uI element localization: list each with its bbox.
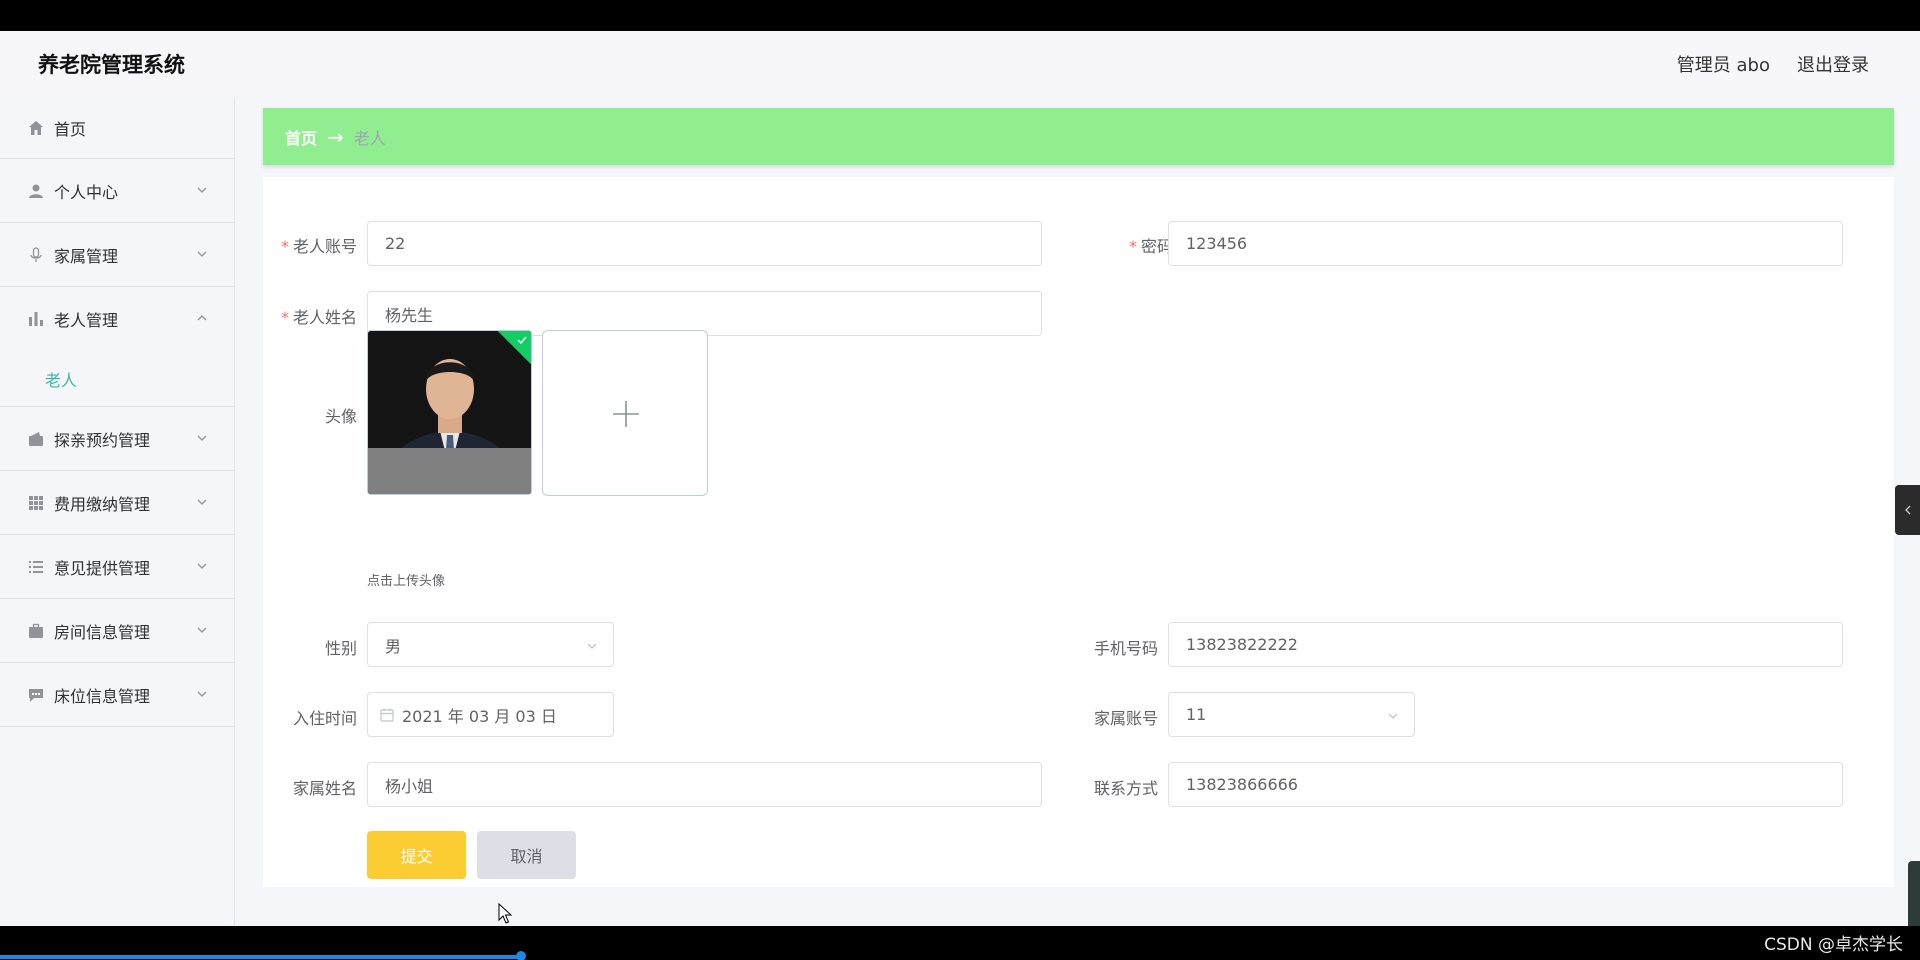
app-title: 养老院管理系统 xyxy=(38,53,185,77)
watermark: CSDN @卓杰学长 xyxy=(1764,935,1903,955)
breadcrumb-separator: → xyxy=(327,124,344,149)
gender-label: 性别 xyxy=(324,639,357,658)
chevron-left-icon xyxy=(1904,505,1910,515)
chevron-down-icon xyxy=(197,499,207,505)
logout-link[interactable]: 退出登录 xyxy=(1797,51,1869,77)
contact-label: 联系方式 xyxy=(1093,779,1158,798)
chevron-down-icon xyxy=(197,251,207,257)
bar-chart-icon xyxy=(28,311,44,327)
cancel-button[interactable]: 取消 xyxy=(477,831,576,879)
sidebar-item-label: 家属管理 xyxy=(54,246,119,266)
family-name-label: 家属姓名 xyxy=(292,779,357,798)
phone-label: 手机号码 xyxy=(1093,639,1158,658)
sidebar-item-label: 意见提供管理 xyxy=(54,558,151,578)
avatar-preview[interactable] xyxy=(367,330,532,495)
playback-progress[interactable] xyxy=(0,955,520,959)
side-panel-toggle[interactable] xyxy=(1895,485,1920,535)
sidebar-item-home[interactable]: 首页 xyxy=(0,97,234,159)
checkin-label: 入住时间 xyxy=(292,709,357,728)
chevron-down-icon xyxy=(197,691,207,697)
chevron-down-icon xyxy=(197,627,207,633)
contact-input[interactable]: 13823866666 xyxy=(1168,762,1843,807)
top-header: 养老院管理系统 管理员 abo 退出登录 xyxy=(0,31,1920,94)
family-name-input[interactable]: 杨小姐 xyxy=(367,762,1042,807)
grid-icon xyxy=(28,495,44,511)
account-label: * 老人账号 xyxy=(280,237,357,256)
chevron-down-icon xyxy=(1388,713,1398,719)
briefcase-icon xyxy=(28,623,44,639)
upload-tip: 点击上传头像 xyxy=(367,574,446,589)
sidebar-item-fee-payment[interactable]: 费用缴纳管理 xyxy=(0,471,234,535)
chevron-down-icon xyxy=(197,435,207,441)
checkin-date-picker[interactable]: 2021 年 03 月 03 日 xyxy=(367,692,614,737)
wallet-icon xyxy=(28,431,44,447)
breadcrumb-current: 老人 xyxy=(353,128,386,148)
sidebar-item-label: 个人中心 xyxy=(54,182,119,202)
sidebar-subitem-elder[interactable]: 老人 xyxy=(0,351,234,407)
plus-icon xyxy=(613,401,639,427)
sidebar-item-label: 首页 xyxy=(54,119,87,139)
chevron-down-icon xyxy=(587,643,597,649)
gender-select[interactable]: 男 xyxy=(367,622,614,667)
calendar-icon xyxy=(380,708,394,722)
family-account-select[interactable]: 11 xyxy=(1168,692,1415,737)
mouse-cursor-icon xyxy=(498,903,513,924)
chevron-down-icon xyxy=(197,563,207,569)
chat-icon xyxy=(28,687,44,703)
sidebar-item-bed-info[interactable]: 床位信息管理 xyxy=(0,663,234,727)
sidebar-item-elder-management[interactable]: 老人管理 xyxy=(0,287,234,351)
sidebar-item-label: 老人管理 xyxy=(54,311,119,330)
name-label: * 老人姓名 xyxy=(280,308,357,327)
microphone-icon xyxy=(28,246,44,263)
audio-level-widget xyxy=(1908,861,1920,926)
list-icon xyxy=(28,559,44,575)
chevron-down-icon xyxy=(197,187,207,193)
sidebar-item-label: 房间信息管理 xyxy=(54,622,151,642)
app-window: 养老院管理系统 管理员 abo 退出登录 首页 个人中心 家属管理 老人管理 老… xyxy=(0,31,1920,926)
user-icon xyxy=(28,183,44,199)
avatar-label: 头像 xyxy=(324,407,357,426)
sidebar-item-room-info[interactable]: 房间信息管理 xyxy=(0,599,234,663)
check-icon xyxy=(517,336,527,345)
account-input[interactable]: 22 xyxy=(367,221,1042,266)
playback-progress-knob[interactable] xyxy=(516,951,526,960)
breadcrumb-home[interactable]: 首页 xyxy=(285,125,317,149)
sidebar-item-feedback[interactable]: 意见提供管理 xyxy=(0,535,234,599)
elder-form: * 老人账号 22 * 密码 123456 * 老人姓名 杨先生 头像 点击上传… xyxy=(263,177,1894,887)
sidebar-item-label: 费用缴纳管理 xyxy=(54,494,151,514)
chevron-up-icon xyxy=(197,315,207,321)
sidebar-item-visit-appointment[interactable]: 探亲预约管理 xyxy=(0,407,234,471)
admin-user-label: 管理员 abo xyxy=(1676,55,1770,76)
sidebar-item-personal-center[interactable]: 个人中心 xyxy=(0,159,234,223)
breadcrumb: 首页 → 老人 xyxy=(263,108,1894,165)
avatar-upload-button[interactable] xyxy=(542,330,708,496)
password-input[interactable]: 123456 xyxy=(1168,221,1843,266)
submit-button[interactable]: 提交 xyxy=(367,831,466,879)
home-icon xyxy=(28,120,44,136)
sidebar-item-family[interactable]: 家属管理 xyxy=(0,223,234,287)
avatar-photo xyxy=(368,331,531,494)
password-label: * 密码 xyxy=(1128,237,1173,256)
sidebar-item-label: 床位信息管理 xyxy=(54,686,151,706)
sidebar-menu: 首页 个人中心 家属管理 老人管理 老人 探亲预约管理 费用缴纳管理 意见提供管… xyxy=(0,97,235,926)
family-account-label: 家属账号 xyxy=(1093,709,1158,728)
sidebar-item-label: 探亲预约管理 xyxy=(54,430,151,450)
phone-input[interactable]: 13823822222 xyxy=(1168,622,1843,667)
